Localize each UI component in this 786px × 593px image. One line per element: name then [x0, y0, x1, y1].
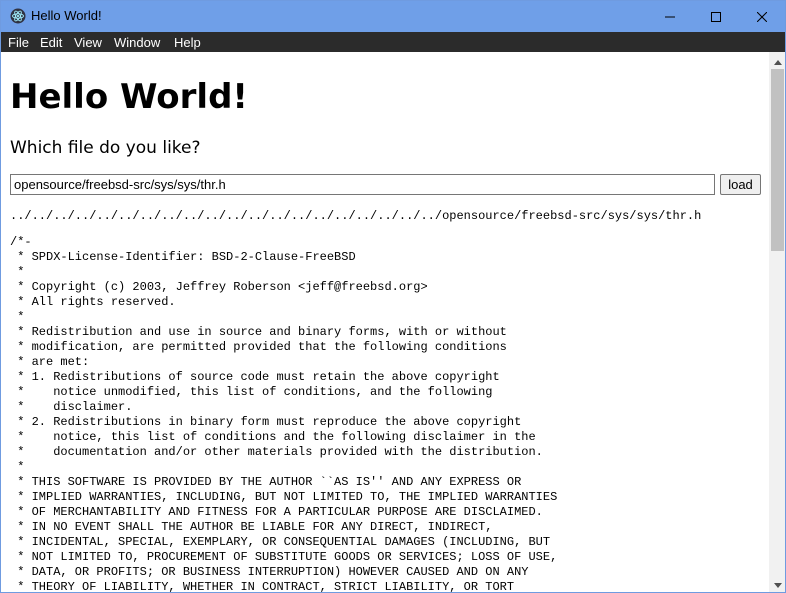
- scroll-down-button[interactable]: [769, 575, 785, 593]
- close-button[interactable]: [739, 1, 785, 32]
- menu-file[interactable]: File: [8, 35, 29, 50]
- menu-help[interactable]: Help: [174, 35, 201, 50]
- menu-edit[interactable]: Edit: [40, 35, 62, 50]
- file-path-input[interactable]: [10, 174, 715, 195]
- maximize-icon: [711, 11, 721, 22]
- scroll-up-button[interactable]: [769, 52, 785, 70]
- page-heading: Hello World!: [10, 77, 248, 117]
- minimize-icon: [665, 12, 675, 22]
- page-content: Hello World! Which file do you like? loa…: [1, 52, 769, 592]
- menu-view[interactable]: View: [74, 35, 102, 50]
- close-icon: [757, 11, 767, 22]
- load-button[interactable]: load: [720, 174, 761, 195]
- title-bar[interactable]: Hello World!: [1, 1, 785, 32]
- file-question-label: Which file do you like?: [10, 138, 201, 158]
- electron-atom-icon: [10, 8, 26, 24]
- resolved-file-path: ../../../../../../../../../../../../../.…: [10, 209, 702, 223]
- scroll-down-arrow-icon: [773, 575, 782, 593]
- scrollbar-thumb[interactable]: [771, 69, 784, 251]
- vertical-scrollbar[interactable]: [769, 52, 785, 593]
- file-content: /*- * SPDX-License-Identifier: BSD-2-Cla…: [10, 235, 558, 592]
- window-title: Hello World!: [31, 8, 102, 23]
- scroll-up-arrow-icon: [773, 52, 782, 70]
- menu-bar: File Edit View Window Help: [1, 32, 785, 52]
- app-window: Hello World! File Edit View Window Help …: [0, 0, 786, 593]
- maximize-button[interactable]: [693, 1, 739, 32]
- minimize-button[interactable]: [647, 1, 693, 32]
- menu-window[interactable]: Window: [114, 35, 160, 50]
